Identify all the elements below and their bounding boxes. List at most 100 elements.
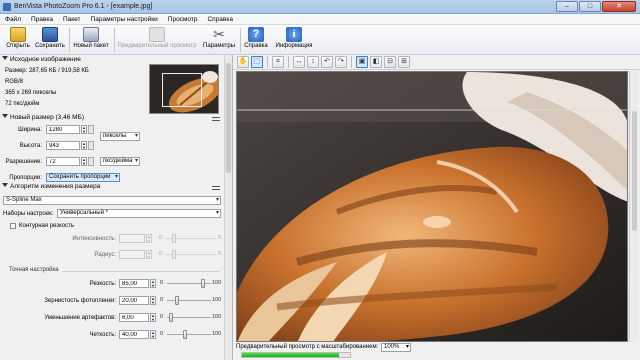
new-size-header-label: Новый размер (3,46 МБ) — [10, 114, 84, 121]
minimize-button[interactable]: – — [556, 1, 578, 12]
preview-image[interactable] — [236, 71, 628, 342]
link-icon[interactable] — [88, 141, 94, 150]
sharpness-slider[interactable] — [167, 279, 211, 288]
resolution-unit-select[interactable]: пкс/дюйма — [100, 157, 140, 166]
link-icon[interactable] — [88, 125, 94, 134]
intensity-slider[interactable] — [166, 234, 216, 243]
menu-file[interactable]: Файл — [5, 14, 21, 24]
width-input[interactable] — [46, 125, 80, 134]
preview-toolbar: ✋ ⬚ ⌗ ↔ ↕ ↶ ↷ ▣ ◧ ⊟ ⊞ — [233, 55, 640, 70]
slider-thumb[interactable] — [169, 313, 173, 322]
clarity-max: 100 — [212, 331, 222, 337]
menu-help[interactable]: Справка — [207, 14, 233, 24]
preview-status-label: Предварительный просмотр с масштабирован… — [236, 344, 379, 350]
settings-panel: Исходное изображение Размер: 287,65 КБ /… — [0, 55, 232, 360]
artifact-slider[interactable] — [167, 313, 211, 322]
contour-checkbox[interactable] — [10, 223, 16, 229]
menu-settings[interactable]: Параметры настройки — [91, 14, 158, 24]
artifact-spinner[interactable]: ▲ ▼ — [150, 313, 156, 322]
clarity-slider[interactable] — [167, 330, 211, 339]
preview-icon — [149, 27, 165, 42]
new-batch-button[interactable]: Новый пакет — [71, 26, 111, 54]
preview-label: Предварительный просмотр — [117, 43, 197, 49]
new-size-section-header[interactable]: Новый размер (3,46 МБ) — [2, 113, 84, 122]
slider-thumb[interactable] — [172, 250, 176, 259]
settings-scrollbar[interactable] — [224, 55, 232, 360]
grain-input[interactable] — [119, 296, 149, 305]
width-spinner[interactable]: ▲ ▼ — [81, 125, 87, 134]
preview-scrollbar[interactable] — [629, 71, 638, 342]
grain-slider[interactable] — [167, 296, 211, 305]
menu-edit[interactable]: Правка — [31, 14, 53, 24]
slider-thumb[interactable] — [183, 330, 187, 339]
menu-batch[interactable]: Пакет — [63, 14, 81, 24]
zoom-tool-icon[interactable]: ⬚ — [251, 56, 263, 68]
toolbar-separator — [114, 28, 115, 52]
source-section-header[interactable]: Исходное изображение — [2, 55, 81, 64]
info-button[interactable]: i Информация — [273, 26, 315, 54]
save-icon — [42, 27, 58, 42]
menu-view[interactable]: Просмотр — [168, 14, 198, 24]
slider-thumb[interactable] — [172, 234, 176, 243]
radius-spinner[interactable]: ▲ ▼ — [146, 250, 152, 259]
rotate-left-icon[interactable]: ↶ — [321, 56, 333, 68]
group-divider — [62, 271, 220, 272]
intensity-input[interactable] — [119, 234, 145, 243]
resize-header-label: Алгоритм изменения размера — [10, 183, 101, 190]
slider-thumb[interactable] — [201, 279, 205, 288]
sharpness-min: 0 — [160, 280, 164, 286]
resize-section-header[interactable]: Алгоритм изменения размера — [2, 182, 100, 191]
folder-icon — [10, 27, 26, 42]
batch-icon — [83, 27, 99, 42]
panel-collapse-icon[interactable] — [212, 117, 220, 121]
source-dims: 365 x 269 пикселы — [5, 90, 57, 96]
artifact-input[interactable] — [119, 313, 149, 322]
height-input[interactable] — [46, 141, 80, 150]
height-spinner[interactable]: ▲ ▼ — [81, 141, 87, 150]
flip-vertical-icon[interactable]: ↕ — [307, 56, 319, 68]
tools-icon: ✂ — [213, 26, 225, 42]
crop-selection[interactable] — [162, 73, 202, 107]
preview-pane: ✋ ⬚ ⌗ ↔ ↕ ↶ ↷ ▣ ◧ ⊟ ⊞ Предварительный пр… — [232, 55, 640, 360]
size-unit-select[interactable]: пикселы — [100, 132, 140, 141]
proportions-select[interactable]: Сохранить пропорции — [46, 173, 120, 182]
preview-button[interactable]: Предварительный просмотр — [116, 26, 198, 54]
panel-collapse-icon[interactable] — [212, 186, 220, 190]
scrollbar-thumb[interactable] — [226, 63, 231, 173]
radius-input[interactable] — [119, 250, 145, 259]
resize-method-select[interactable]: S-Spline Max — [3, 196, 221, 205]
params-button[interactable]: ✂ Параметры — [200, 26, 238, 54]
resolution-input[interactable] — [46, 157, 80, 166]
intensity-spinner[interactable]: ▲ ▼ — [146, 234, 152, 243]
save-button[interactable]: Сохранить — [33, 26, 67, 54]
flip-horizontal-icon[interactable]: ↔ — [293, 56, 305, 68]
clarity-input[interactable] — [119, 330, 149, 339]
presets-select[interactable]: Универсальный * — [57, 209, 221, 218]
slider-thumb[interactable] — [175, 296, 179, 305]
split-view-icon[interactable]: ◧ — [370, 56, 382, 68]
sharpness-spinner[interactable]: ▲ ▼ — [150, 279, 156, 288]
radius-slider[interactable] — [166, 250, 216, 259]
link-icon[interactable] — [88, 157, 94, 166]
split-vertical-icon[interactable]: ⊟ — [384, 56, 396, 68]
grain-spinner[interactable]: ▲ ▼ — [150, 296, 156, 305]
rotate-right-icon[interactable]: ↷ — [335, 56, 347, 68]
toolbar-separator — [240, 28, 241, 52]
maximize-button[interactable]: □ — [579, 1, 601, 12]
crop-icon[interactable]: ⌗ — [272, 56, 284, 68]
close-button[interactable]: ✕ — [602, 1, 636, 12]
resolution-spinner[interactable]: ▲ ▼ — [81, 157, 87, 166]
hand-tool-icon[interactable]: ✋ — [237, 56, 249, 68]
clarity-spinner[interactable]: ▲ ▼ — [150, 330, 156, 339]
source-thumbnail[interactable] — [149, 64, 219, 114]
sharpness-input[interactable] — [119, 279, 149, 288]
help-button[interactable]: ? Справка — [242, 26, 270, 54]
scrollbar-thumb[interactable] — [632, 111, 637, 231]
open-button[interactable]: Открыть — [3, 26, 33, 54]
toolbar-separator — [267, 56, 268, 68]
grain-label: Зернистость фотопленки: — [44, 298, 116, 304]
single-view-icon[interactable]: ▣ — [356, 56, 368, 68]
zoom-select[interactable]: 100% — [381, 343, 411, 352]
proportions-label: Пропорции: — [9, 175, 42, 181]
quad-view-icon[interactable]: ⊞ — [398, 56, 410, 68]
